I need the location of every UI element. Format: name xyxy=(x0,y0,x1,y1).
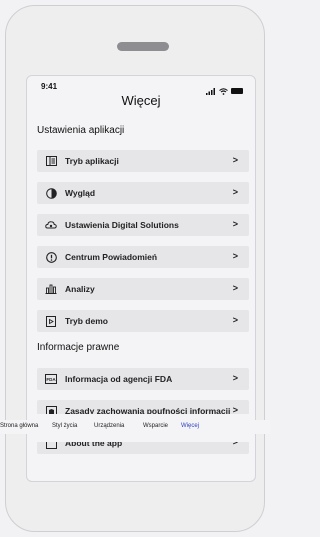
chevron-right-icon: > xyxy=(232,219,238,229)
section-header-legal: Informacje prawne xyxy=(37,342,120,353)
menu-item-app-mode[interactable]: Tryb aplikacji > xyxy=(37,150,249,172)
status-time: 9:41 xyxy=(41,82,58,91)
chevron-right-icon: > xyxy=(232,251,238,261)
section-header-app-settings: Ustawienia aplikacji xyxy=(37,125,125,136)
chevron-right-icon: > xyxy=(232,155,238,165)
appearance-icon xyxy=(45,187,57,199)
device-frame: 9:41 Więcej Ustawienia aplikacji Tryb ap… xyxy=(5,5,265,532)
status-bar: 9:41 xyxy=(27,76,255,95)
speaker-grille xyxy=(117,42,169,51)
menu-item-fda-info[interactable]: FDA Informacja od agencji FDA > xyxy=(37,368,249,390)
cloud-settings-icon xyxy=(45,219,57,231)
menu-item-label: Analizy xyxy=(65,284,95,294)
tab-labels-bar: Strona główna Styl życia Urządzenia Wspa… xyxy=(0,420,270,434)
tab-label-devices[interactable]: Urządzenia xyxy=(94,423,124,429)
chevron-right-icon: > xyxy=(232,315,238,325)
page-title: Więcej xyxy=(121,93,161,108)
menu-item-label: Wygląd xyxy=(65,188,96,198)
analytics-icon xyxy=(45,283,57,295)
tab-label-support[interactable]: Wsparcie xyxy=(143,423,168,429)
tab-label-more[interactable]: Więcej xyxy=(181,423,199,429)
svg-text:FDA: FDA xyxy=(46,377,56,382)
menu-item-demo-mode[interactable]: Tryb demo > xyxy=(37,310,249,332)
tab-label-home[interactable]: Strona główna xyxy=(0,423,38,429)
menu-item-label: Centrum Powiadomień xyxy=(65,252,158,262)
menu-item-label: Tryb aplikacji xyxy=(65,156,119,166)
chevron-right-icon: > xyxy=(232,283,238,293)
fda-icon: FDA xyxy=(45,373,57,385)
chevron-right-icon: > xyxy=(232,187,238,197)
demo-icon xyxy=(45,315,57,327)
menu-item-label: Tryb demo xyxy=(65,316,108,326)
menu-item-analytics[interactable]: Analizy > xyxy=(37,278,249,300)
menu-item-notification-center[interactable]: Centrum Powiadomień > xyxy=(37,246,249,268)
menu-item-label: Informacja od agencji FDA xyxy=(65,374,173,384)
menu-item-digital-solutions[interactable]: Ustawienia Digital Solutions > xyxy=(37,214,249,236)
menu-item-appearance[interactable]: Wygląd > xyxy=(37,182,249,204)
menu-item-label: Ustawienia Digital Solutions xyxy=(65,220,179,230)
app-mode-icon xyxy=(45,155,57,167)
chevron-right-icon: > xyxy=(232,373,238,383)
notification-icon xyxy=(45,251,57,263)
tab-label-lifestyle[interactable]: Styl życia xyxy=(52,423,77,429)
